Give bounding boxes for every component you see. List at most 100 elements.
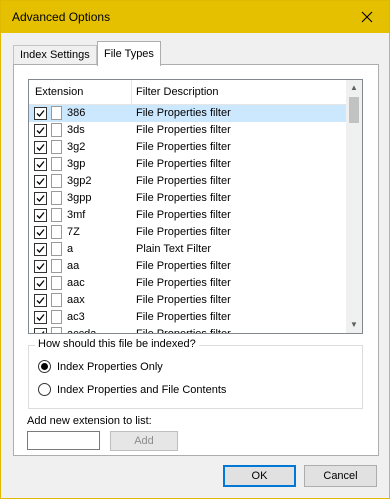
file-type-icon [51,276,62,290]
extension-cell: aac [67,277,85,289]
checkmark-icon [36,212,45,219]
checkmark-icon [36,127,45,134]
description-cell: File Properties filter [136,209,231,221]
window-title: Advanced Options [12,10,111,24]
file-type-checkbox[interactable] [34,158,47,171]
title-bar[interactable]: Advanced Options [1,1,389,33]
index-method-title: How should this file be indexed? [35,338,199,350]
list-item[interactable]: 3mf File Properties filter [29,207,347,224]
checkmark-icon [36,161,45,168]
description-cell: File Properties filter [136,260,231,272]
file-type-icon [51,191,62,205]
file-type-checkbox[interactable] [34,243,47,256]
extension-cell: 3g2 [67,141,86,153]
description-cell: File Properties filter [136,294,231,306]
list-item[interactable]: ac3 File Properties filter [29,309,347,326]
list-rows: 386 File Properties filter 3ds File Propert… [29,105,347,334]
list-item[interactable]: 386 File Properties filter [29,105,347,122]
extension-cell: 386 [67,107,86,119]
file-type-icon [51,242,62,256]
file-type-checkbox[interactable] [34,260,47,273]
column-divider[interactable] [131,80,132,104]
file-type-checkbox[interactable] [34,192,47,205]
checkmark-icon [36,297,45,304]
add-extension-button[interactable]: Add [110,431,178,451]
column-header-extension[interactable]: Extension [35,86,83,98]
file-type-icon [51,106,62,120]
description-cell: File Properties filter [136,158,231,170]
extension-cell: 3gpp [67,192,92,204]
scroll-up-arrow-icon[interactable]: ▲ [346,80,362,96]
close-button[interactable] [353,5,381,29]
list-item[interactable]: 7Z File Properties filter [29,224,347,241]
radio-index-properties-and-contents[interactable] [38,383,51,396]
checkmark-icon [36,246,45,253]
cancel-button[interactable]: Cancel [304,465,377,487]
file-type-icon [51,208,62,222]
file-type-icon [51,157,62,171]
close-icon [361,11,373,23]
add-extension-label: Add new extension to list: [27,415,152,427]
extension-cell: a [67,243,74,255]
file-types-list[interactable]: Extension Filter Description 386 File Pro… [28,79,363,334]
file-type-icon [51,225,62,239]
scroll-down-arrow-icon[interactable]: ▼ [346,317,362,333]
radio-index-properties-only[interactable] [38,360,51,373]
list-item[interactable]: 3ds File Properties filter [29,122,347,139]
checkmark-icon [36,178,45,185]
list-header: Extension Filter Description [29,80,347,105]
list-item[interactable]: a Plain Text Filter [29,241,347,258]
checkmark-icon [36,144,45,151]
description-cell: Plain Text Filter [136,243,211,255]
list-item[interactable]: accda File Properties filter [29,326,347,334]
list-item[interactable]: aax File Properties filter [29,292,347,309]
index-method-group: How should this file be indexed? Index P… [28,338,363,409]
file-type-checkbox[interactable] [34,311,47,324]
description-cell: File Properties filter [136,107,231,119]
list-item[interactable]: 3g2 File Properties filter [29,139,347,156]
description-cell: File Properties filter [136,141,231,153]
extension-cell: aax [67,294,85,306]
file-type-icon [51,293,62,307]
list-item[interactable]: 3gpp File Properties filter [29,190,347,207]
file-type-icon [51,259,62,273]
list-item[interactable]: aac File Properties filter [29,275,347,292]
file-type-checkbox[interactable] [34,226,47,239]
file-type-icon [51,310,62,324]
checkmark-icon [36,280,45,287]
extension-cell: 3ds [67,124,85,136]
file-type-checkbox[interactable] [34,328,47,333]
radio-selected-dot [41,363,48,370]
description-cell: File Properties filter [136,328,231,334]
file-type-checkbox[interactable] [34,124,47,137]
ok-button[interactable]: OK [223,465,296,487]
description-cell: File Properties filter [136,192,231,204]
description-cell: File Properties filter [136,175,231,187]
extension-cell: 3mf [67,209,86,221]
scroll-thumb[interactable] [349,97,359,123]
file-type-checkbox[interactable] [34,277,47,290]
list-item[interactable]: 3gp2 File Properties filter [29,173,347,190]
file-type-checkbox[interactable] [34,107,47,120]
extension-cell: aa [67,260,80,272]
description-cell: File Properties filter [136,277,231,289]
advanced-options-dialog: Advanced Options Index Settings File Typ… [0,0,390,499]
file-type-checkbox[interactable] [34,141,47,154]
list-item[interactable]: aa File Properties filter [29,258,347,275]
radio-label-properties-and-contents[interactable]: Index Properties and File Contents [57,384,226,396]
checkmark-icon [41,331,45,333]
checkmark-icon [36,195,45,202]
file-type-icon [51,174,62,188]
list-item[interactable]: 3gp File Properties filter [29,156,347,173]
radio-label-properties-only[interactable]: Index Properties Only [57,361,163,373]
file-type-checkbox[interactable] [34,209,47,222]
tab-file-types[interactable]: File Types [97,41,161,66]
column-header-description[interactable]: Filter Description [136,86,219,98]
tab-index-settings[interactable]: Index Settings [13,45,97,65]
add-extension-input[interactable] [27,431,100,450]
extension-cell: ac3 [67,311,85,323]
vertical-scrollbar[interactable]: ▲ ▼ [346,80,362,333]
file-type-checkbox[interactable] [34,175,47,188]
extension-cell: 7Z [67,226,80,238]
file-type-checkbox[interactable] [34,294,47,307]
